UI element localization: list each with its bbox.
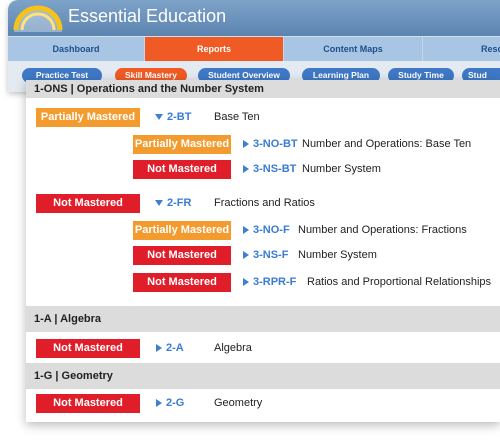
status-badge: Not Mastered bbox=[133, 246, 231, 265]
section-header-geometry: 1-G | Geometry bbox=[26, 363, 500, 389]
expand-caret-icon[interactable] bbox=[156, 344, 162, 352]
section-header-algebra: 1-A | Algebra bbox=[26, 306, 500, 332]
collapse-caret-icon[interactable] bbox=[155, 114, 163, 120]
skill-code-link[interactable]: 2-BT bbox=[167, 108, 191, 127]
skill-name: Number System bbox=[302, 163, 381, 175]
status-badge: Partially Mastered bbox=[133, 135, 231, 154]
skill-name: Fractions and Ratios bbox=[214, 197, 315, 209]
title-bar: Essential Education bbox=[8, 0, 500, 36]
skill-mastery-panel: 1-ONS | Operations and the Number System… bbox=[26, 80, 500, 422]
expand-caret-icon[interactable] bbox=[243, 165, 249, 173]
skill-code-link[interactable]: 3-NO-BT bbox=[253, 135, 298, 154]
section-header-ons: 1-ONS | Operations and the Number System bbox=[26, 80, 500, 98]
skill-name: Algebra bbox=[214, 342, 252, 354]
essential-education-logo-icon bbox=[13, 5, 63, 32]
tab-dashboard[interactable]: Dashboard bbox=[8, 37, 145, 61]
skill-code-link[interactable]: 2-A bbox=[166, 339, 184, 358]
skill-name: Base Ten bbox=[214, 111, 260, 123]
skill-code-link[interactable]: 3-NS-BT bbox=[253, 160, 296, 179]
expand-caret-icon[interactable] bbox=[243, 140, 249, 148]
skill-name: Number and Operations: Base Ten bbox=[302, 138, 472, 150]
expand-caret-icon[interactable] bbox=[156, 399, 162, 407]
app-header-card: Essential Education Dashboard Reports Co… bbox=[8, 0, 500, 92]
skill-code-link[interactable]: 2-G bbox=[166, 394, 184, 413]
status-badge: Not Mastered bbox=[133, 273, 231, 292]
app-title: Essential Education bbox=[68, 6, 227, 26]
main-nav: Dashboard Reports Content Maps Resou bbox=[8, 36, 500, 61]
expand-caret-icon[interactable] bbox=[243, 251, 249, 259]
status-badge: Partially Mastered bbox=[133, 221, 231, 240]
skill-name: Ratios and Proportional Relationships bbox=[307, 276, 492, 288]
status-badge: Not Mastered bbox=[36, 194, 140, 213]
skill-code-link[interactable]: 3-NO-F bbox=[253, 221, 290, 240]
status-badge: Not Mastered bbox=[36, 394, 140, 413]
skill-code-link[interactable]: 3-NS-F bbox=[253, 246, 288, 265]
status-badge: Not Mastered bbox=[36, 339, 140, 358]
skill-name: Number System bbox=[298, 249, 377, 261]
status-badge: Partially Mastered bbox=[36, 108, 140, 127]
expand-caret-icon[interactable] bbox=[243, 278, 249, 286]
skill-name: Number and Operations: Fractions bbox=[298, 224, 467, 236]
collapse-caret-icon[interactable] bbox=[155, 200, 163, 206]
tab-resources[interactable]: Resou bbox=[423, 37, 500, 61]
skill-code-link[interactable]: 2-FR bbox=[167, 194, 191, 213]
tab-reports[interactable]: Reports bbox=[145, 37, 284, 61]
expand-caret-icon[interactable] bbox=[243, 226, 249, 234]
skill-name: Geometry bbox=[214, 397, 263, 409]
status-badge: Not Mastered bbox=[133, 160, 231, 179]
tab-content-maps[interactable]: Content Maps bbox=[284, 37, 423, 61]
app-window: Essential Education Dashboard Reports Co… bbox=[0, 0, 500, 446]
skill-code-link[interactable]: 3-RPR-F bbox=[253, 273, 296, 292]
